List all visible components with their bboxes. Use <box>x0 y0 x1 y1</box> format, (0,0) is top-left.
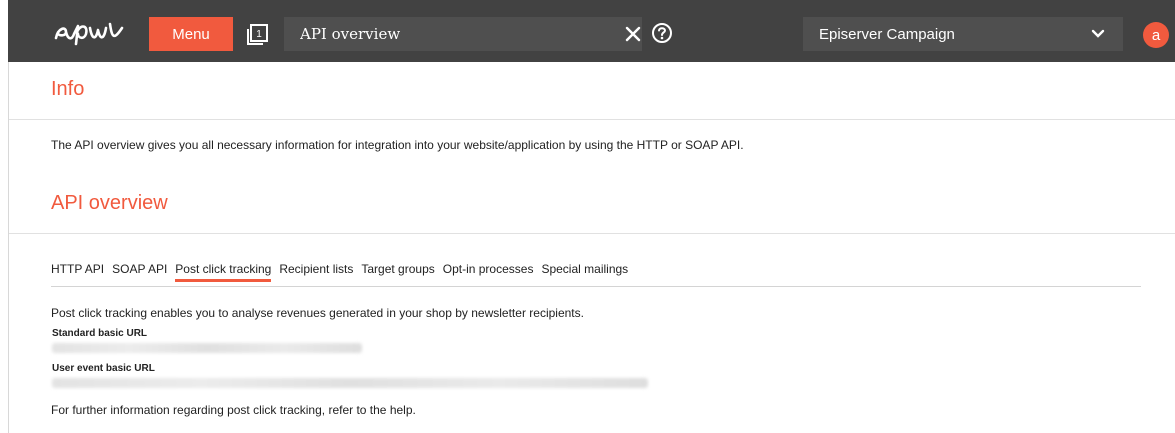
section-divider <box>9 119 1175 120</box>
section-divider <box>9 233 1175 234</box>
tab-special-mailings[interactable]: Special mailings <box>541 262 628 282</box>
tab-soap-api[interactable]: SOAP API <box>112 262 167 282</box>
avatar[interactable]: a <box>1143 22 1169 48</box>
client-select-value: Episerver Campaign <box>819 25 955 43</box>
close-icon[interactable] <box>624 25 642 43</box>
chevron-down-icon <box>1091 29 1105 38</box>
svg-text:1: 1 <box>256 29 262 40</box>
episerver-logo-icon[interactable] <box>52 18 130 46</box>
tab-target-groups[interactable]: Target groups <box>361 262 434 282</box>
standard-url-value-redacted <box>52 343 362 353</box>
search-box <box>284 17 642 51</box>
client-select[interactable]: Episerver Campaign <box>803 17 1123 51</box>
user-event-url-label: User event basic URL <box>52 363 155 374</box>
info-text: The API overview gives you all necessary… <box>51 138 744 152</box>
info-heading: Info <box>51 78 85 100</box>
post-click-description: Post click tracking enables you to analy… <box>51 306 584 320</box>
tab-opt-in-processes[interactable]: Opt-in processes <box>443 262 534 282</box>
user-event-url-value-redacted <box>52 378 648 388</box>
standard-url-label: Standard basic URL <box>52 328 148 339</box>
tab-http-api[interactable]: HTTP API <box>51 262 104 282</box>
menu-button[interactable]: Menu <box>149 17 233 51</box>
tab-post-click-tracking[interactable]: Post click tracking <box>175 262 272 282</box>
search-input[interactable] <box>300 17 600 51</box>
window-list-icon[interactable]: 1 <box>246 23 270 45</box>
main-content: Info The API overview gives you all nece… <box>8 62 1175 433</box>
tab-recipient-lists[interactable]: Recipient lists <box>279 262 353 282</box>
top-navigation-bar: Menu 1 Episerver Campaign a <box>8 0 1175 62</box>
tab-bar-divider <box>51 286 1141 287</box>
further-info-text: For further information regarding post c… <box>51 403 416 417</box>
api-overview-heading: API overview <box>51 192 168 214</box>
api-tab-bar: HTTP API SOAP API Post click tracking Re… <box>51 262 636 282</box>
help-icon[interactable] <box>651 22 673 44</box>
